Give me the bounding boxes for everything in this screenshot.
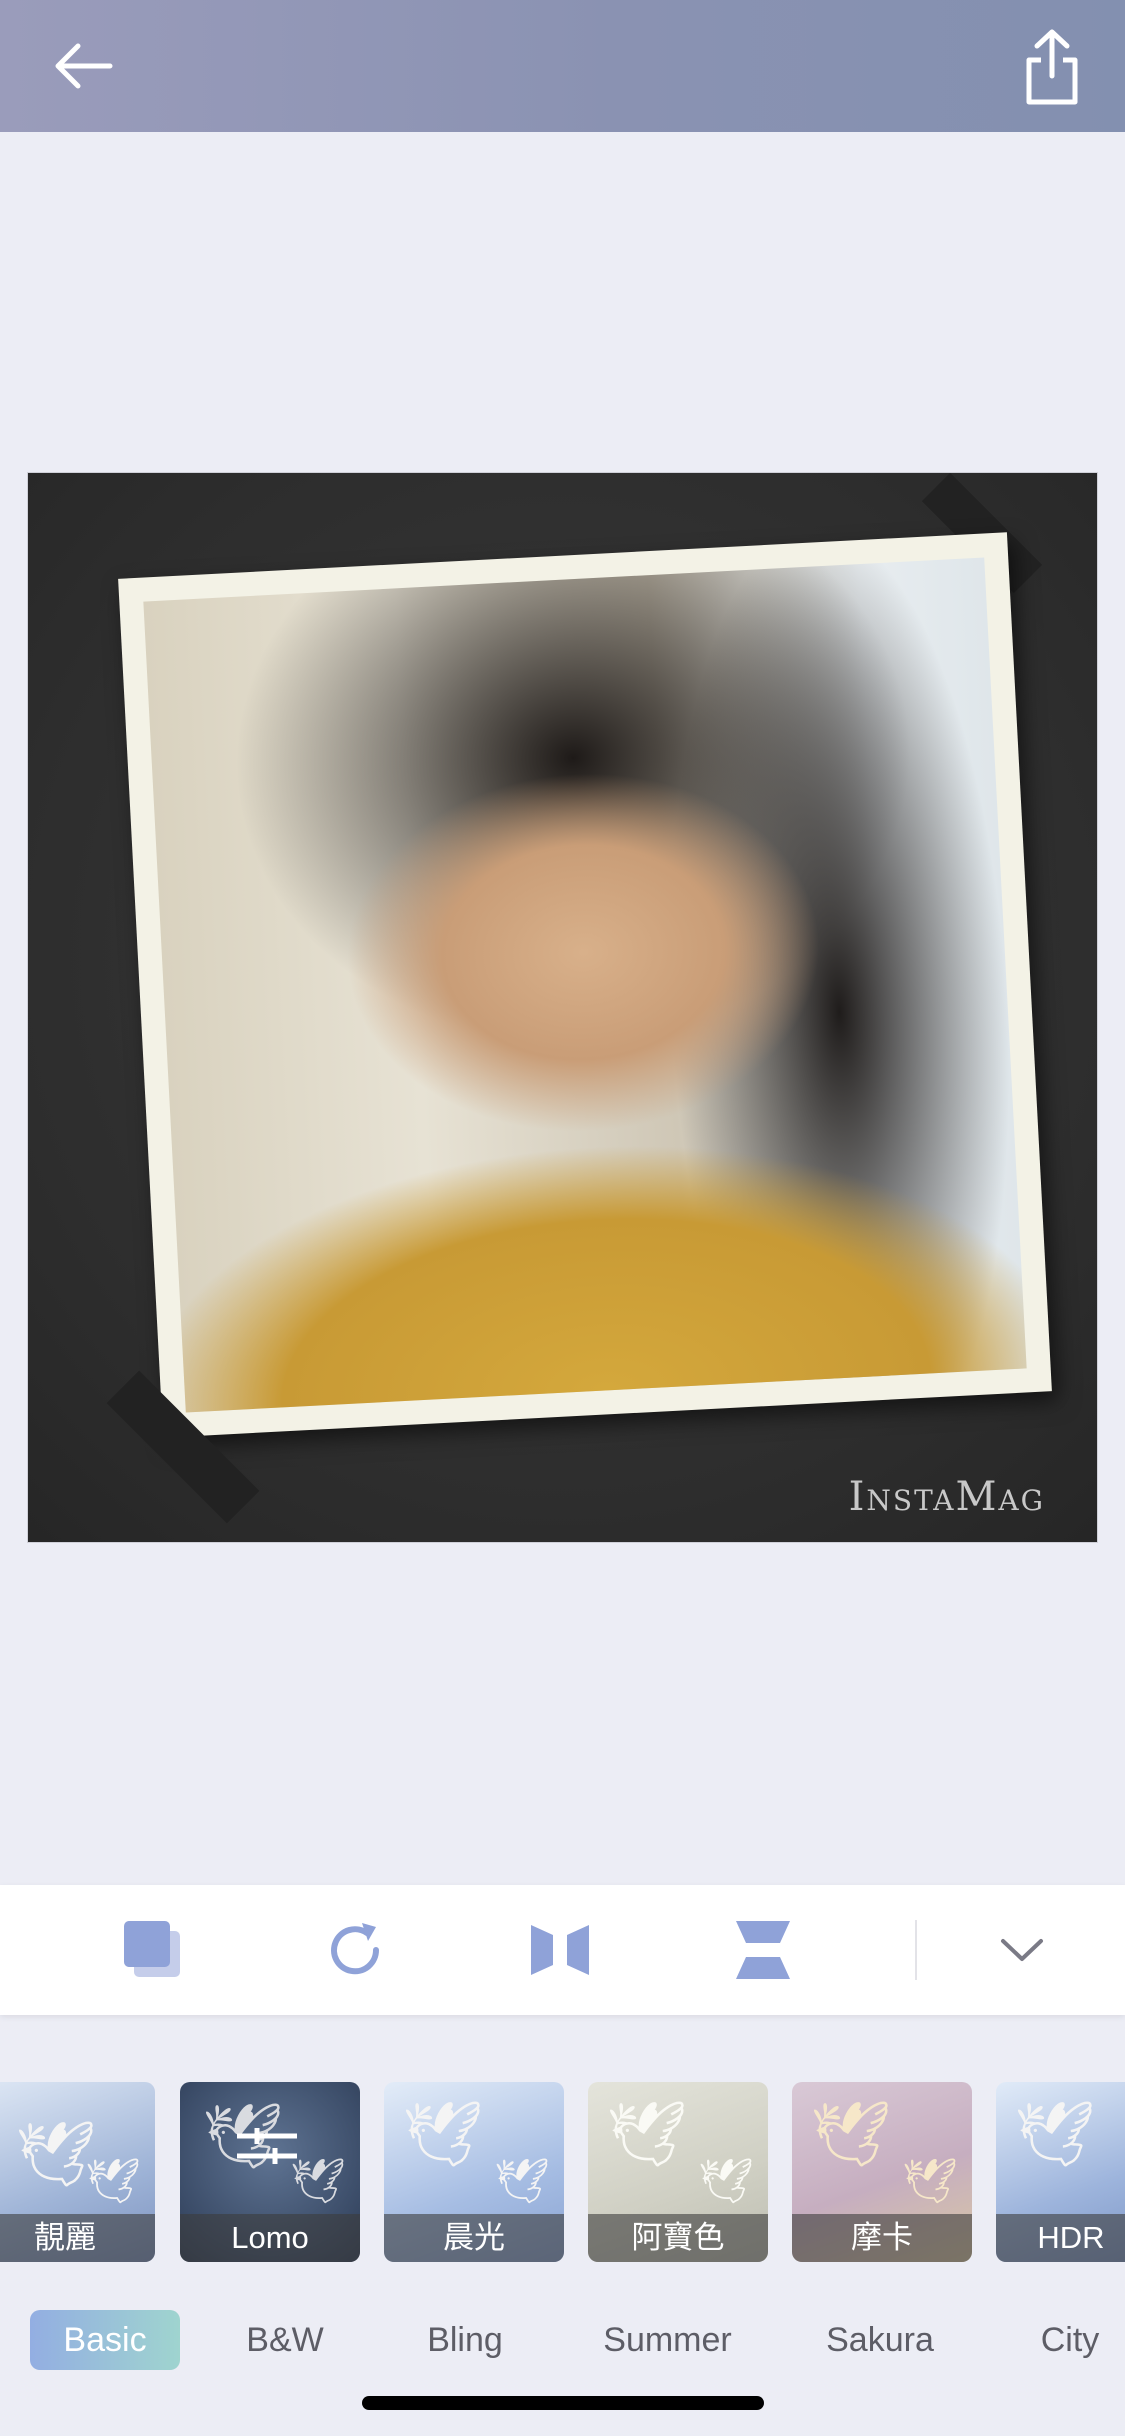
- flip-vertical-icon: [736, 1921, 790, 1979]
- bird-icon: 🕊: [402, 2098, 484, 2170]
- tab-basic[interactable]: Basic: [30, 2310, 180, 2370]
- top-bar: [0, 0, 1125, 132]
- flip-horizontal-button[interactable]: [525, 1915, 595, 1985]
- share-button[interactable]: [1007, 24, 1097, 110]
- filter-thumb[interactable]: 🕊 🕊 晨光: [384, 2082, 564, 2262]
- arrow-left-icon: [55, 43, 113, 89]
- bird-icon: 🕊: [85, 2157, 141, 2206]
- bird-icon: 🕊: [902, 2157, 958, 2206]
- adjust-sliders-icon: [237, 2128, 297, 2164]
- category-tabs: Basic B&W Bling Summer Sakura City: [0, 2310, 1125, 2370]
- bird-icon: 🕊: [698, 2157, 754, 2206]
- rotate-icon: [331, 1923, 380, 1975]
- tab-summer[interactable]: Summer: [585, 2310, 750, 2370]
- layers-icon: [124, 1921, 180, 1977]
- toolbar-divider: [915, 1920, 917, 1980]
- filter-label: HDR: [996, 2214, 1125, 2262]
- home-indicator[interactable]: [362, 2396, 764, 2410]
- bird-icon: 🕊: [1014, 2098, 1096, 2170]
- flip-horizontal-icon: [531, 1925, 589, 1975]
- flip-vertical-button[interactable]: [728, 1915, 798, 1985]
- watermark: InstaMag: [848, 1474, 1045, 1520]
- filter-label: Lomo: [180, 2214, 360, 2262]
- filter-thumb[interactable]: 🕊 🕊 靚麗: [0, 2082, 155, 2262]
- filter-thumb[interactable]: 🕊 🕊 摩卡: [792, 2082, 972, 2262]
- filter-label: 阿寶色: [588, 2214, 768, 2262]
- tool-bar: [0, 1885, 1125, 2015]
- bird-icon: 🕊: [606, 2098, 688, 2170]
- photo-frame: [118, 532, 1052, 1438]
- bird-icon: 🕊: [494, 2157, 550, 2206]
- back-button[interactable]: [44, 26, 134, 106]
- collapse-button[interactable]: [987, 1915, 1057, 1985]
- filter-strip: 🕊 🕊 靚麗 🕊 🕊 Lomo 🕊 🕊 晨光 🕊 🕊 阿寶色 🕊 🕊 摩卡 🕊 …: [0, 2082, 1125, 2262]
- tab-sakura[interactable]: Sakura: [800, 2310, 960, 2370]
- rotate-button[interactable]: [320, 1915, 390, 1985]
- filter-thumb[interactable]: 🕊 🕊 Lomo: [180, 2082, 360, 2262]
- bird-icon: 🕊: [810, 2098, 892, 2170]
- portrait-photo: [143, 557, 1027, 1413]
- filter-thumb[interactable]: 🕊 🕊 阿寶色: [588, 2082, 768, 2262]
- share-icon: [1026, 29, 1078, 105]
- filter-label: 摩卡: [792, 2214, 972, 2262]
- filter-thumb[interactable]: 🕊 HDR: [996, 2082, 1125, 2262]
- tab-bling[interactable]: Bling: [400, 2310, 530, 2370]
- tab-bw[interactable]: B&W: [220, 2310, 350, 2370]
- layers-button[interactable]: [118, 1915, 188, 1985]
- filter-label: 晨光: [384, 2214, 564, 2262]
- photo-canvas[interactable]: InstaMag: [28, 473, 1097, 1542]
- filter-label: 靚麗: [0, 2214, 155, 2262]
- tab-city[interactable]: City: [1020, 2310, 1120, 2370]
- chevron-down-icon: [1001, 1939, 1043, 1961]
